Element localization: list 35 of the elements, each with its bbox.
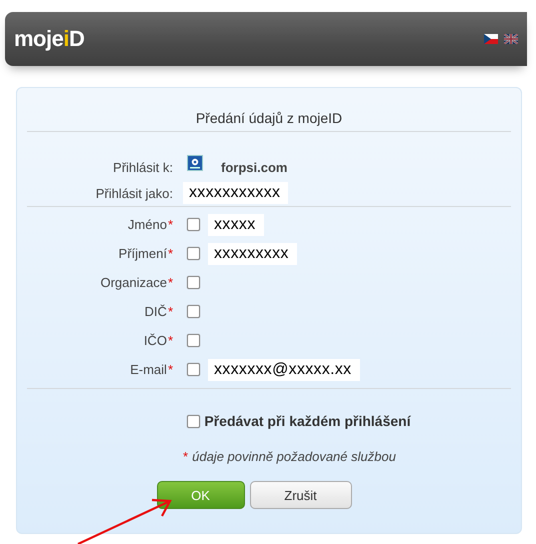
checkbox[interactable]	[187, 305, 200, 318]
field-value: xxxxxxx@xxxxx.xx	[208, 358, 360, 380]
checkbox[interactable]	[187, 247, 200, 260]
required-mark: *	[168, 333, 173, 348]
required-mark: *	[183, 449, 188, 465]
checkbox-label: Předávat při každém přihlášení	[204, 413, 411, 429]
required-mark: *	[168, 275, 173, 290]
required-mark: *	[168, 246, 173, 261]
required-mark: *	[168, 304, 173, 319]
required-note: údaje povinně požadované službou	[192, 449, 396, 465]
cancel-button[interactable]: Zrušit	[250, 481, 352, 509]
dialog-title: Předání údajů z mojeID	[194, 109, 344, 128]
field-label: Přihlásit k:	[112, 160, 173, 174]
field-label: Příjmení	[118, 246, 167, 261]
checkbox[interactable]	[187, 276, 200, 289]
site-logo-icon	[187, 155, 203, 171]
checkbox[interactable]	[187, 414, 200, 428]
field-value: xxxxxxxxx	[208, 242, 297, 264]
flag-icon[interactable]	[504, 34, 518, 44]
checkbox[interactable]	[187, 363, 200, 376]
field-label: IČO	[144, 333, 167, 348]
checkbox[interactable]	[187, 218, 200, 231]
field-label: DIČ	[144, 304, 167, 319]
field-label: Jméno	[128, 217, 167, 232]
field-label: E-mail	[130, 362, 167, 377]
field-value: xxxxxxxxxxx	[183, 182, 288, 204]
logo: mojeiD	[14, 26, 84, 52]
site-name: forpsi.com	[221, 160, 288, 174]
required-mark: *	[168, 217, 173, 232]
field-label: Organizace	[100, 275, 167, 290]
checkbox[interactable]	[187, 334, 200, 347]
required-mark: *	[168, 362, 173, 377]
flag-icon[interactable]	[484, 34, 498, 44]
field-label: Přihlásit jako:	[94, 186, 173, 200]
field-value: xxxxx	[208, 214, 264, 236]
